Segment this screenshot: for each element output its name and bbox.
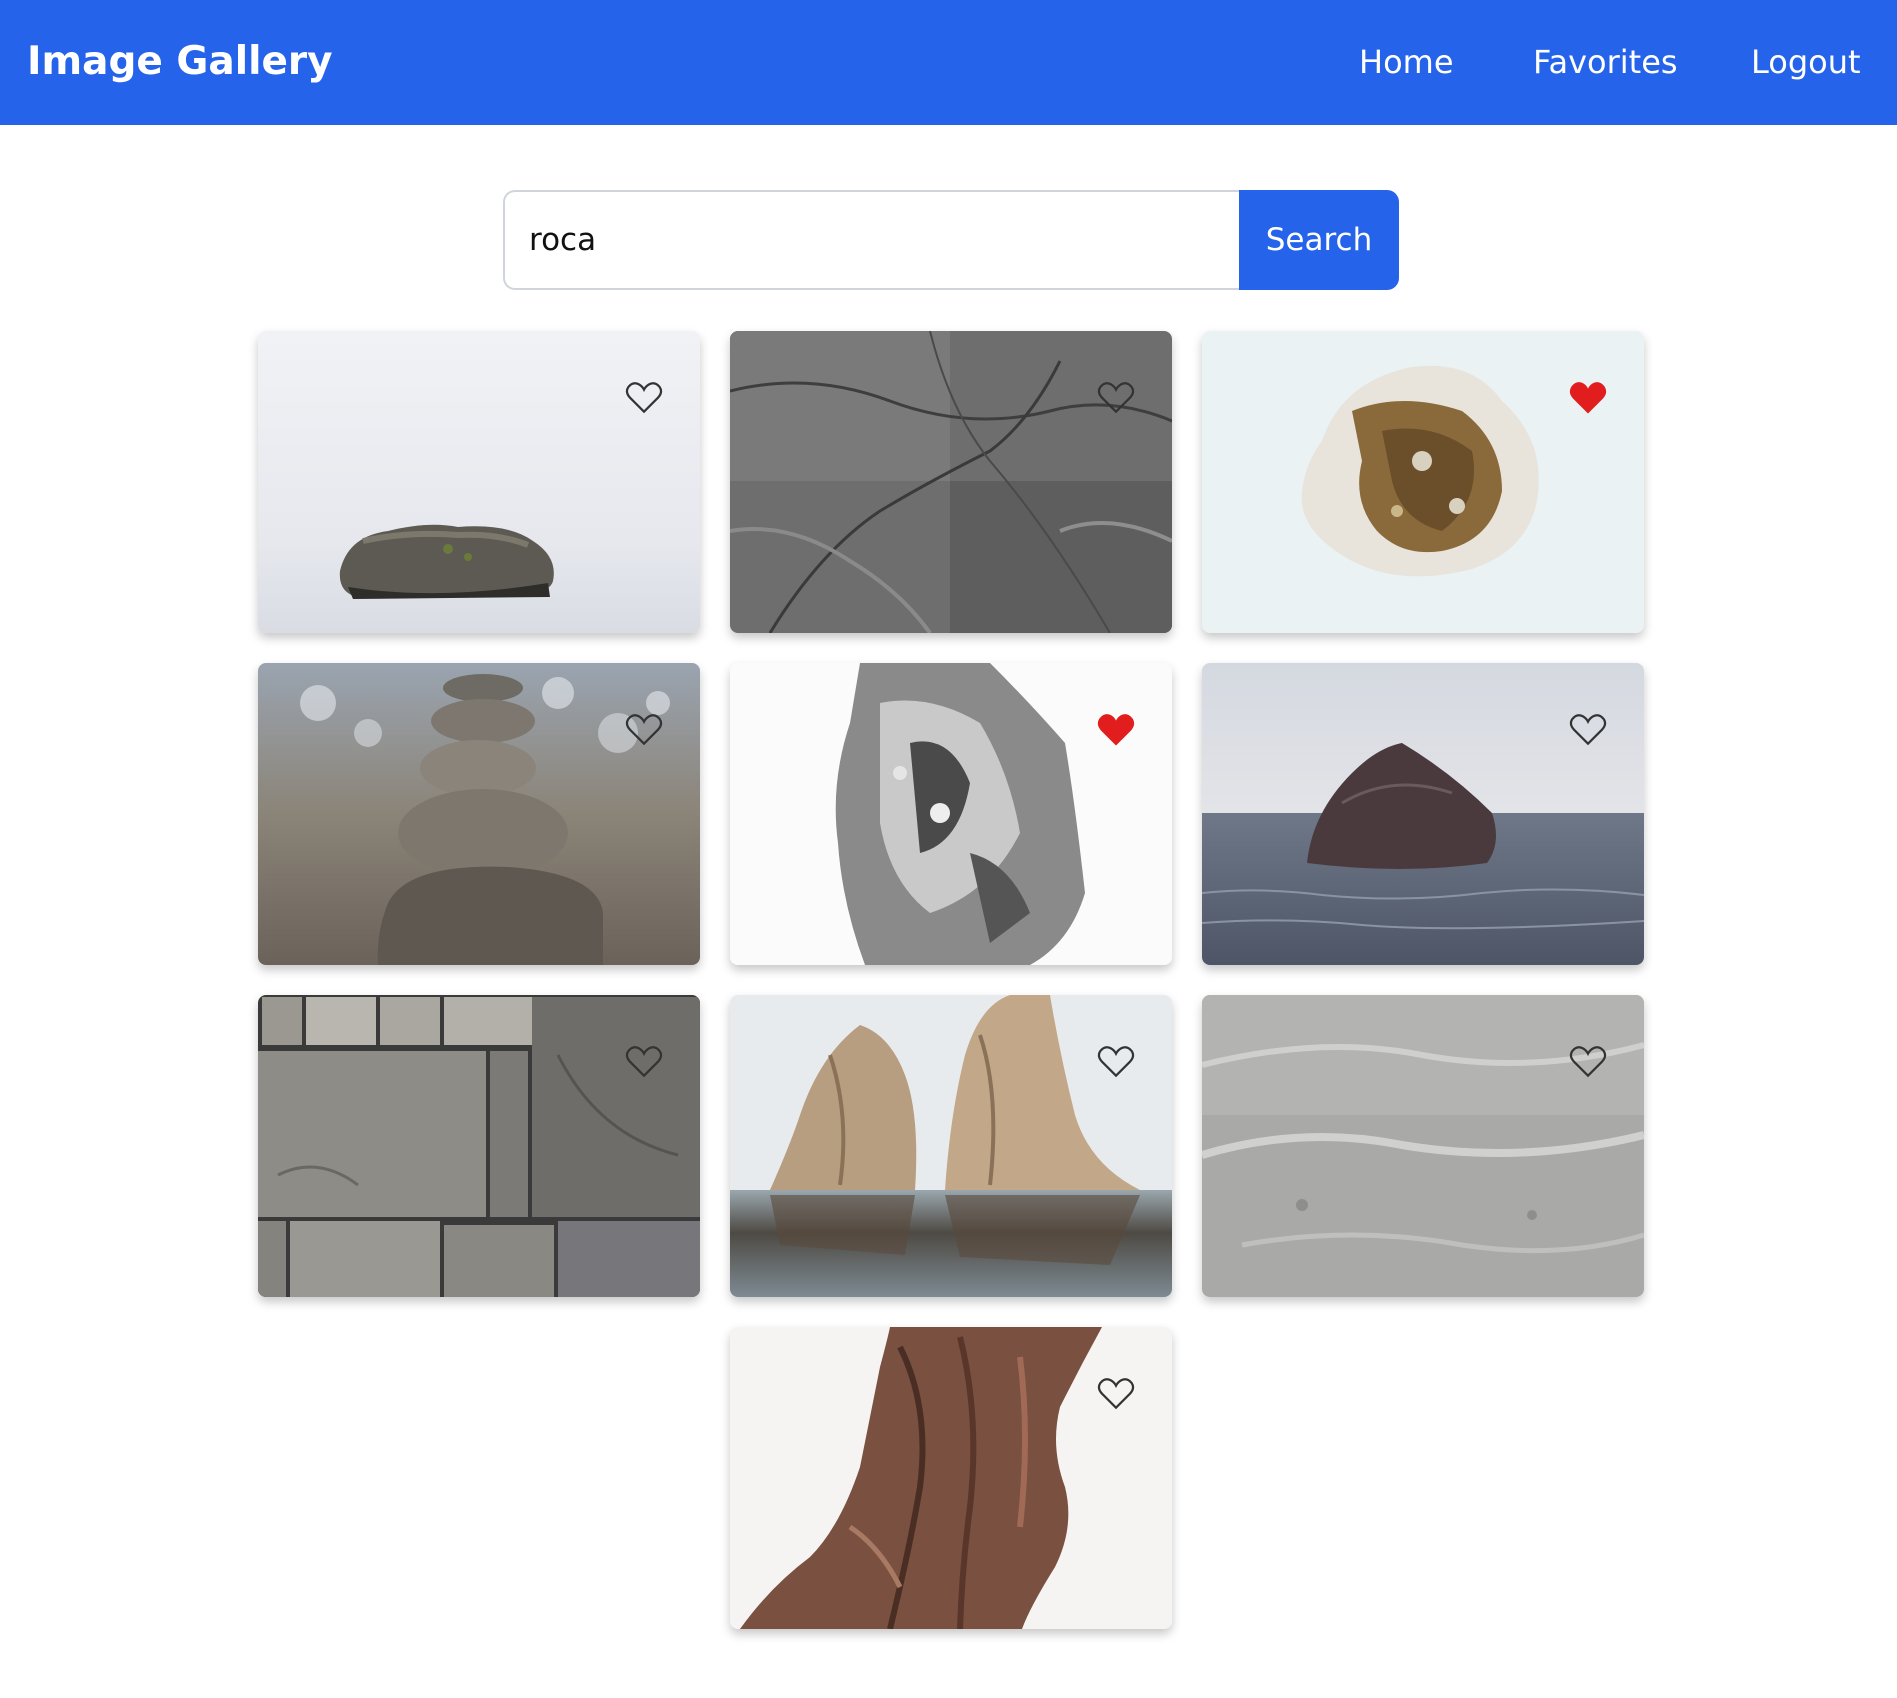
favorite-toggle[interactable] [1094,707,1138,751]
favorite-toggle[interactable] [1566,375,1610,419]
favorite-toggle[interactable] [1094,1039,1138,1083]
heart-outline-icon [1097,1378,1135,1410]
gallery-card[interactable] [258,331,700,633]
gallery-card[interactable] [1202,331,1644,633]
heart-outline-icon [625,382,663,414]
heart-outline-icon [1569,1046,1607,1078]
favorite-toggle[interactable] [1566,707,1610,751]
favorite-toggle[interactable] [622,707,666,751]
gallery-card[interactable] [1202,663,1644,965]
app-title[interactable]: Image Gallery [27,36,333,88]
gallery-card[interactable] [1202,995,1644,1297]
favorite-toggle[interactable] [1566,1039,1610,1083]
nav-link-home[interactable]: Home [1359,38,1454,86]
favorite-toggle[interactable] [1094,375,1138,419]
search-button[interactable]: Search [1239,190,1399,290]
top-navbar: Image Gallery Home Favorites Logout [0,0,1897,125]
gallery-card[interactable] [730,331,1172,633]
gallery-card[interactable] [258,995,700,1297]
heart-filled-icon [1569,382,1607,414]
favorite-toggle[interactable] [622,375,666,419]
favorite-toggle[interactable] [1094,1371,1138,1415]
nav-link-logout[interactable]: Logout [1751,38,1861,86]
heart-outline-icon [1097,1046,1135,1078]
nav-link-favorites[interactable]: Favorites [1533,38,1678,86]
heart-outline-icon [1569,714,1607,746]
heart-outline-icon [1097,382,1135,414]
gallery-card[interactable] [730,663,1172,965]
heart-filled-icon [1097,714,1135,746]
gallery-card[interactable] [258,663,700,965]
heart-outline-icon [625,1046,663,1078]
favorite-toggle[interactable] [622,1039,666,1083]
search-input[interactable] [503,190,1239,290]
heart-outline-icon [625,714,663,746]
gallery-card[interactable] [730,995,1172,1297]
gallery-card[interactable] [730,1327,1172,1629]
